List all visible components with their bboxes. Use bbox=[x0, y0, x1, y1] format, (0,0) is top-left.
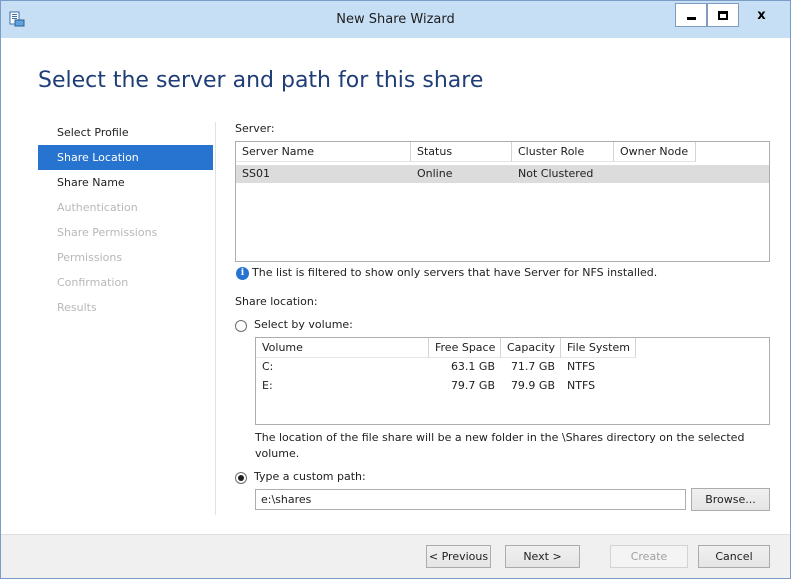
minimize-icon bbox=[686, 16, 696, 20]
capacity-cell: 71.7 GB bbox=[510, 360, 555, 373]
maximize-button[interactable] bbox=[707, 3, 739, 27]
nav-item-share-name[interactable]: Share Name bbox=[38, 170, 213, 195]
nav-item-confirmation: Confirmation bbox=[57, 276, 129, 289]
close-icon: x bbox=[757, 7, 766, 23]
select-by-volume-radio[interactable] bbox=[235, 320, 247, 332]
column-header-status[interactable]: Status bbox=[411, 142, 512, 162]
wizard-footer: < Previous Next > Create Cancel bbox=[1, 534, 790, 578]
column-header-cluster-role[interactable]: Cluster Role bbox=[512, 142, 614, 162]
minimize-button[interactable] bbox=[675, 3, 707, 27]
nav-item-select-profile[interactable]: Select Profile bbox=[38, 120, 213, 145]
server-table-header: Server Name Status Cluster Role Owner No… bbox=[236, 142, 696, 162]
column-header-volume[interactable]: Volume bbox=[256, 338, 429, 358]
volume-note-line2: volume. bbox=[255, 447, 300, 460]
select-by-volume-label[interactable]: Select by volume: bbox=[254, 318, 353, 331]
wizard-nav: Select Profile Share Location Share Name… bbox=[38, 120, 213, 320]
share-location-label: Share location: bbox=[235, 295, 318, 308]
volume-cell: E: bbox=[262, 379, 273, 392]
info-icon: i bbox=[236, 267, 249, 280]
custom-path-label[interactable]: Type a custom path: bbox=[254, 470, 366, 483]
table-row[interactable]: SS01 Online Not Clustered bbox=[236, 165, 769, 183]
nav-divider bbox=[215, 122, 216, 515]
nav-item-results: Results bbox=[57, 301, 97, 314]
capacity-cell: 79.9 GB bbox=[510, 379, 555, 392]
table-row[interactable]: C: 63.1 GB 71.7 GB NTFS bbox=[256, 358, 769, 376]
volume-cell: C: bbox=[262, 360, 274, 373]
wizard-window: New Share Wizard x Select the server and… bbox=[0, 0, 791, 579]
nav-item-share-location[interactable]: Share Location bbox=[38, 145, 213, 170]
radio-selected-dot bbox=[238, 475, 244, 481]
volume-note-line1: The location of the file share will be a… bbox=[255, 431, 745, 444]
create-button: Create bbox=[610, 545, 688, 568]
maximize-icon bbox=[718, 10, 728, 20]
server-label: Server: bbox=[235, 122, 275, 135]
file-system-cell: NTFS bbox=[567, 360, 596, 373]
status-cell: Online bbox=[417, 167, 453, 180]
column-header-free-space[interactable]: Free Space bbox=[429, 338, 501, 358]
cancel-button[interactable]: Cancel bbox=[698, 545, 770, 568]
free-space-cell: 63.1 GB bbox=[450, 360, 495, 373]
table-row[interactable]: E: 79.7 GB 79.9 GB NTFS bbox=[256, 377, 769, 395]
volume-table[interactable]: Volume Free Space Capacity File System C… bbox=[255, 337, 770, 425]
title-bar[interactable]: New Share Wizard x bbox=[1, 1, 790, 38]
column-header-capacity[interactable]: Capacity bbox=[501, 338, 561, 358]
column-header-file-system[interactable]: File System bbox=[561, 338, 636, 358]
owner-node-cell bbox=[614, 165, 696, 183]
custom-path-radio[interactable] bbox=[235, 472, 247, 484]
column-header-owner-node[interactable]: Owner Node bbox=[614, 142, 696, 162]
server-filter-info: The list is filtered to show only server… bbox=[252, 266, 658, 279]
file-system-cell: NTFS bbox=[567, 379, 596, 392]
nav-item-authentication: Authentication bbox=[57, 201, 138, 214]
window-title: New Share Wizard bbox=[336, 12, 455, 27]
volume-table-header: Volume Free Space Capacity File System bbox=[256, 338, 636, 358]
column-header-server-name[interactable]: Server Name bbox=[236, 142, 411, 162]
custom-path-input[interactable]: e:\shares bbox=[255, 489, 686, 510]
page-title: Select the server and path for this shar… bbox=[38, 68, 484, 93]
next-button[interactable]: Next > bbox=[505, 545, 580, 568]
previous-button[interactable]: < Previous bbox=[426, 545, 491, 568]
nav-item-permissions: Permissions bbox=[57, 251, 123, 264]
server-name-cell: SS01 bbox=[242, 167, 270, 180]
browse-button[interactable]: Browse... bbox=[691, 488, 770, 511]
free-space-cell: 79.7 GB bbox=[450, 379, 495, 392]
cluster-role-cell: Not Clustered bbox=[518, 167, 594, 180]
nav-item-share-permissions: Share Permissions bbox=[57, 226, 158, 239]
server-table[interactable]: Server Name Status Cluster Role Owner No… bbox=[235, 141, 770, 262]
close-button[interactable]: x bbox=[739, 3, 784, 27]
